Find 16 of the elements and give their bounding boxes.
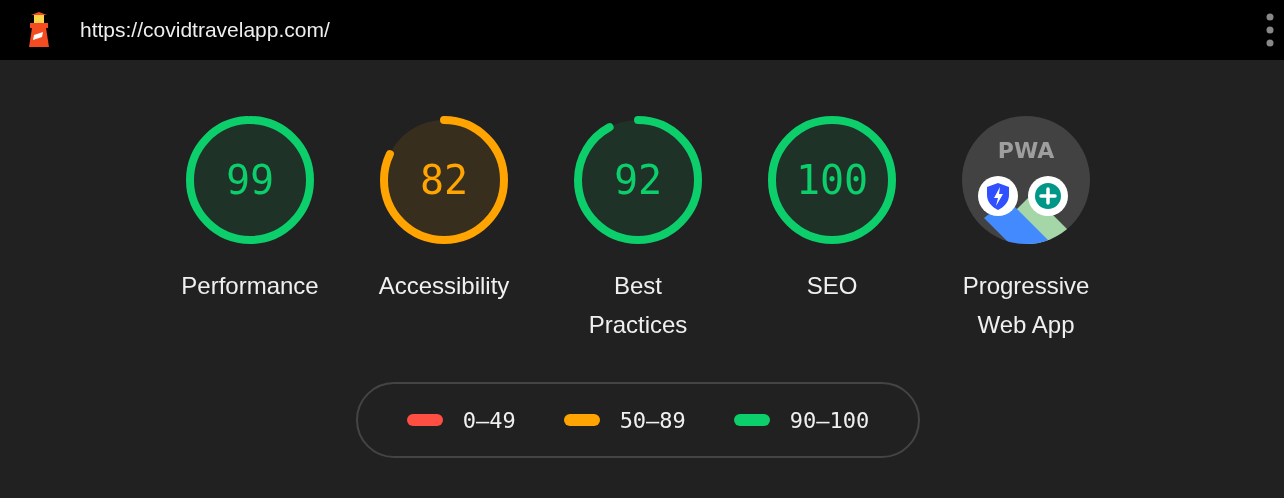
score-range: 50–89 — [619, 407, 686, 433]
menu-icon[interactable] — [1266, 13, 1274, 47]
score-range: 90–100 — [789, 407, 870, 433]
pwa-logo-text: PWA — [997, 138, 1055, 163]
score-value: 82 — [419, 157, 469, 203]
category-label: Progressive Web App — [961, 271, 1091, 340]
category-label: Performance — [180, 271, 320, 301]
score-value: 92 — [613, 157, 663, 203]
page-url: https://covidtravelapp.com/ — [80, 18, 331, 42]
category-label: SEO — [805, 271, 859, 301]
category-label: Best Practices — [587, 271, 689, 340]
score-value: 99 — [225, 157, 275, 203]
category-label: Accessibility — [377, 271, 511, 301]
score-range: 0–49 — [462, 407, 516, 433]
lighthouse-icon — [26, 12, 52, 48]
score-value: 100 — [795, 157, 869, 203]
